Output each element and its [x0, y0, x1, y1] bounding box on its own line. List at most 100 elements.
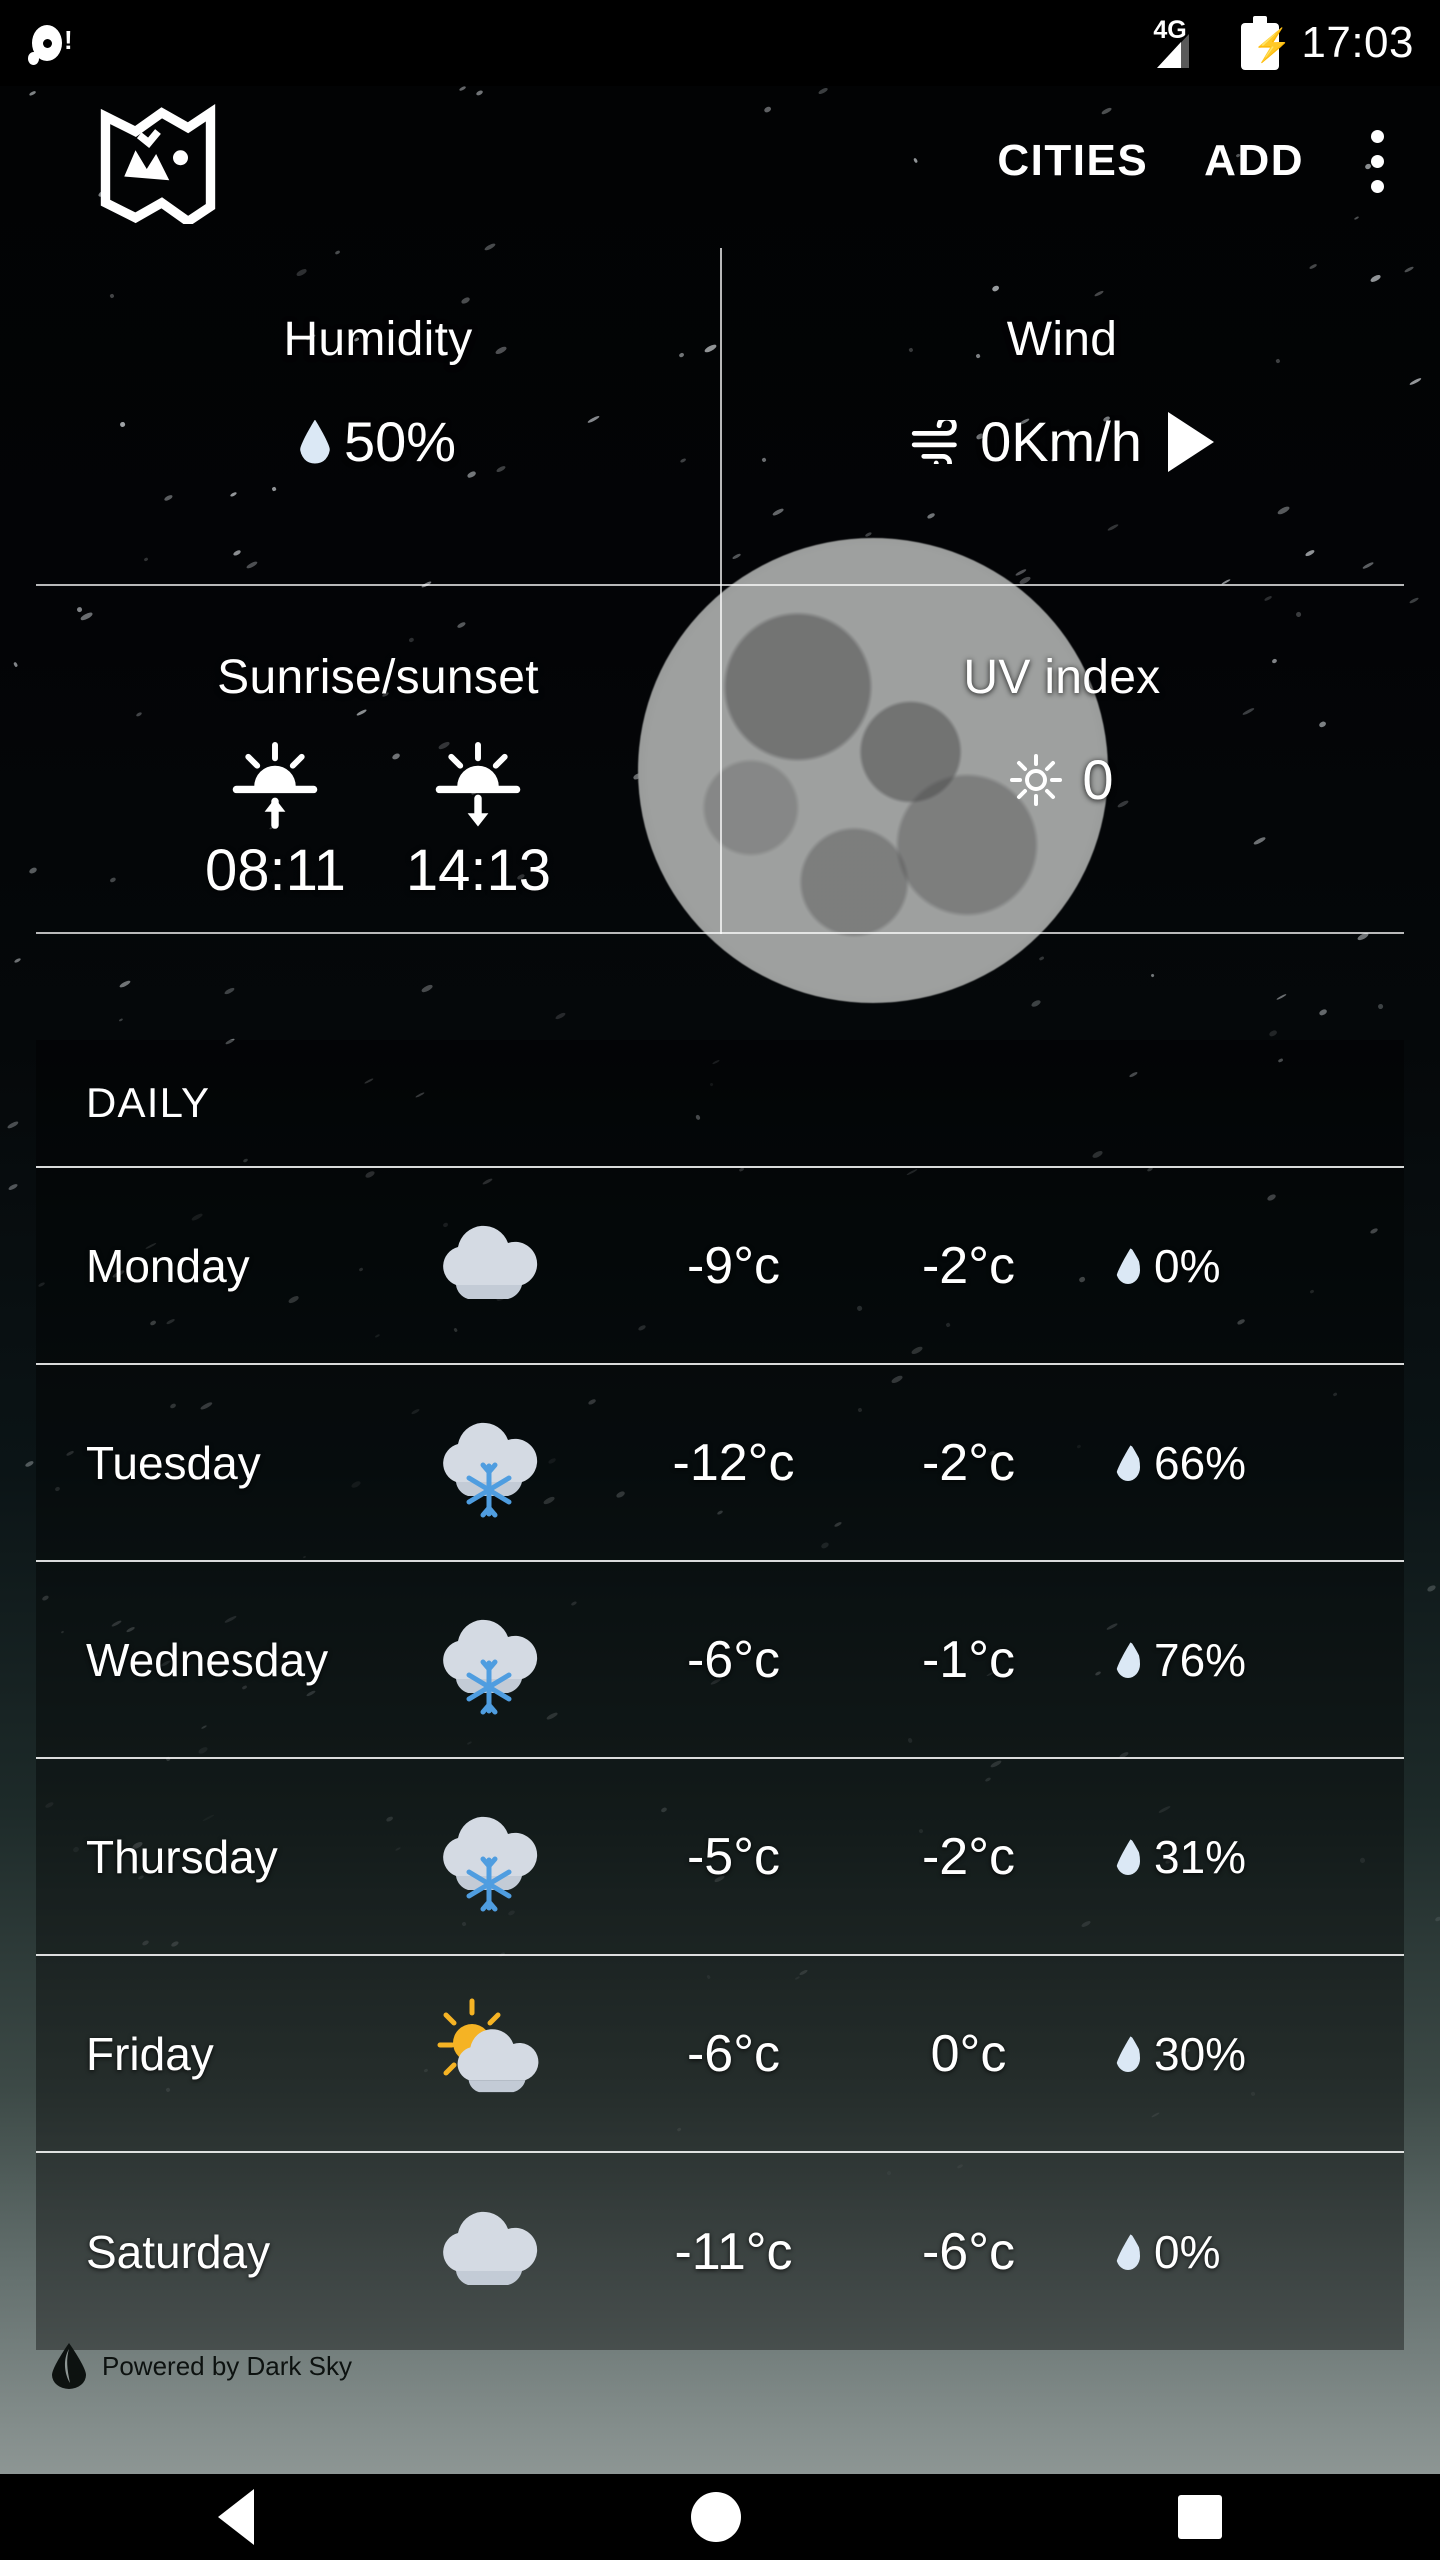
day-high-temp: -12°c [672, 1433, 795, 1492]
day-precipitation: 0% [1086, 2225, 1404, 2279]
sunset-item: 14:13 [406, 739, 551, 904]
status-bar-clock: 17:03 [1301, 18, 1414, 67]
daily-section-header: DAILY [36, 1040, 1404, 1168]
uv-index-value-row: 0 [1010, 747, 1114, 812]
day-precipitation-value: 31% [1154, 1830, 1247, 1883]
wind-icon [911, 419, 957, 464]
map-icon[interactable] [98, 99, 218, 224]
day-high-temp: -6°c [686, 1630, 781, 1689]
sunset-icon [436, 741, 521, 827]
daily-rows-container: Monday -9°c -2°c 0% Tuesday -12°c -2°c 66% Wedne… [36, 1168, 1404, 2350]
snow-cloud-icon [366, 1404, 616, 1522]
cellular-signal-icon: 4G [1153, 18, 1219, 68]
day-name: Tuesday [86, 1436, 261, 1489]
weather-details-grid: Humidity 50% Wind 0Km/h Sunrise/sunset 0… [36, 248, 1404, 934]
day-low-temp: -2°c [921, 1433, 1016, 1492]
snow-cloud-icon [366, 1798, 616, 1916]
day-precipitation: 31% [1086, 1830, 1404, 1884]
sunrise-sunset-values: 08:11 14:13 [205, 739, 551, 904]
add-button[interactable]: ADD [1176, 136, 1332, 186]
water-drop-icon [300, 420, 330, 464]
wind-value: 0Km/h [980, 410, 1142, 473]
app-bar: CITIES ADD [0, 86, 1440, 236]
wind-cell: Wind 0Km/h [720, 248, 1404, 584]
wind-direction-arrow-icon [1167, 411, 1214, 472]
day-low-temp: -2°c [921, 1827, 1016, 1886]
wind-value-row: 0Km/h [910, 409, 1214, 474]
android-navigation-bar [0, 2474, 1440, 2560]
water-drop-icon [1116, 2234, 1140, 2270]
weather-app-screen: ! 4G ⚡ 17:03 CITIES ADD Humidity 50% Win… [0, 0, 1440, 2560]
table-row[interactable]: Thursday -5°c -2°c 31% [36, 1759, 1404, 1956]
day-name: Thursday [86, 1830, 278, 1883]
wind-title: Wind [1006, 313, 1118, 366]
water-drop-icon [1116, 2036, 1140, 2072]
water-drop-icon [1116, 1445, 1140, 1481]
day-low-temp: 0°c [930, 2024, 1007, 2083]
back-triangle-icon[interactable] [218, 2489, 255, 2545]
table-row[interactable]: Monday -9°c -2°c 0% [36, 1168, 1404, 1365]
day-precipitation-value: 30% [1154, 2027, 1247, 2080]
table-row[interactable]: Wednesday -6°c -1°c 76% [36, 1562, 1404, 1759]
day-precipitation-value: 66% [1154, 1436, 1247, 1489]
humidity-cell: Humidity 50% [36, 248, 720, 584]
home-circle-icon[interactable] [690, 2492, 741, 2542]
status-bar-right: 4G ⚡ 17:03 [1153, 16, 1414, 70]
humidity-value: 50% [343, 410, 457, 473]
humidity-title: Humidity [283, 313, 473, 366]
day-precipitation-value: 0% [1154, 1239, 1221, 1292]
sunrise-time: 08:11 [205, 838, 346, 903]
sun-icon [1010, 753, 1063, 806]
day-high-temp: -6°c [686, 2024, 781, 2083]
daily-forecast-section: DAILY Monday -9°c -2°c 0% Tuesday -12°c -2°c 66… [36, 1040, 1404, 2350]
sunrise-sunset-cell: Sunrise/sunset 08:11 14:13 [36, 586, 720, 922]
day-low-temp: -1°c [921, 1630, 1016, 1689]
daily-header-label: DAILY [86, 1079, 211, 1126]
table-row[interactable]: Tuesday -12°c -2°c 66% [36, 1365, 1404, 1562]
day-precipitation: 0% [1086, 1239, 1404, 1293]
cloudy-icon [366, 2193, 616, 2311]
sunset-time: 14:13 [405, 838, 551, 903]
uv-index-title: UV index [963, 651, 1161, 704]
day-precipitation: 66% [1086, 1436, 1404, 1490]
day-name: Monday [86, 1239, 250, 1292]
day-name: Wednesday [86, 1633, 329, 1686]
day-precipitation-value: 76% [1154, 1633, 1247, 1686]
cities-button[interactable]: CITIES [969, 136, 1176, 186]
alarm-bell-icon: ! [26, 21, 73, 65]
sunrise-item: 08:11 [205, 739, 346, 904]
day-high-temp: -9°c [686, 1236, 781, 1295]
sunrise-sunset-title: Sunrise/sunset [217, 651, 539, 704]
day-name: Friday [86, 2027, 214, 2080]
snow-cloud-icon [366, 1601, 616, 1719]
day-precipitation: 76% [1086, 1633, 1404, 1687]
water-drop-icon [1116, 1248, 1140, 1284]
status-bar-left: ! [26, 21, 73, 65]
cloudy-icon [366, 1207, 616, 1325]
table-row[interactable]: Saturday -11°c -6°c 0% [36, 2153, 1404, 2350]
day-high-temp: -11°c [674, 2222, 793, 2281]
partly-sunny-icon [366, 1995, 616, 2113]
day-name: Saturday [86, 2225, 271, 2278]
day-low-temp: -2°c [921, 1236, 1016, 1295]
uv-index-cell: UV index 0 [720, 586, 1404, 922]
dark-sky-logo-icon [52, 2343, 86, 2389]
grid-bottom-divider [36, 932, 1404, 934]
day-low-temp: -6°c [921, 2222, 1016, 2281]
recents-square-icon[interactable] [1177, 2495, 1222, 2539]
table-row[interactable]: Friday -6°c 0°c 30% [36, 1956, 1404, 2153]
more-vertical-icon[interactable] [1332, 111, 1422, 211]
app-bar-actions: CITIES ADD [969, 111, 1440, 211]
attribution-footer: Powered by Dark Sky [0, 2330, 1440, 2402]
uv-index-value: 0 [1082, 748, 1114, 811]
day-precipitation: 30% [1086, 2027, 1404, 2081]
water-drop-icon [1116, 1839, 1140, 1875]
battery-charging-icon: ⚡ [1241, 16, 1292, 70]
status-bar: ! 4G ⚡ 17:03 [0, 0, 1440, 86]
day-high-temp: -5°c [686, 1827, 781, 1886]
attribution-text: Powered by Dark Sky [102, 2350, 352, 2381]
water-drop-icon [1116, 1642, 1140, 1678]
sunrise-icon [233, 741, 318, 829]
day-precipitation-value: 0% [1154, 2225, 1221, 2278]
humidity-value-row: 50% [300, 409, 456, 474]
